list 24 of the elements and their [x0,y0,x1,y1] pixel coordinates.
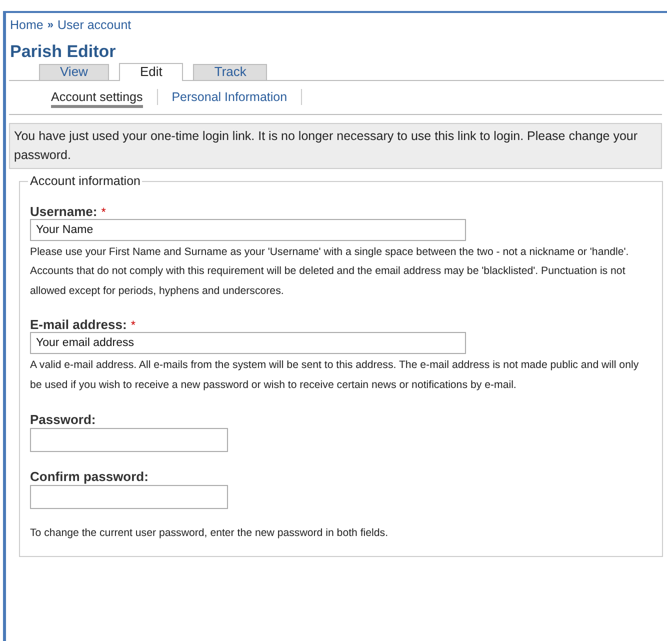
page-title: Parish Editor [9,40,117,63]
subtab[interactable]: Account settings [51,86,143,108]
breadcrumb-separator: » [47,18,54,34]
password-field[interactable] [30,485,228,509]
fieldset-legend: Account information [28,172,142,190]
field-label: Confirm password: [30,468,148,486]
tab[interactable]: Edit [118,62,184,81]
required-marker: * [101,204,106,220]
text-field[interactable]: Your Name [30,218,466,240]
text-field[interactable]: Your email address [30,332,466,354]
status-message: You have just used your one-time login link. It is no longer necessary to use this link to login. Please change your password. [9,122,662,169]
field-description: Please use your First Name and Surname as your 'Username' with a single space between the two - not a nickname or 'handle'. Accounts that do not comply with this requirement will be deleted and the email address may be 'blacklisted'. Punctuation is not allowed except for periods, hyphens and underscores. [30,244,630,298]
breadcrumb-link[interactable]: User account [57,16,132,35]
field-label: E-mail address: [30,316,127,334]
tab[interactable]: View [39,64,109,80]
subtab[interactable]: Personal Information [172,86,288,108]
breadcrumb-link[interactable]: Home [10,16,44,35]
field-description: A valid e-mail address. All e-mails from the system will be sent to this address. The e-mail address is not made public and will only be used if you wish to receive a new password or wish to receive certain news or notifications by e-mail. [30,358,640,392]
field-label: Password: [30,411,96,429]
required-marker: * [130,317,136,334]
password-field[interactable] [30,428,228,452]
field-label: Username: [30,202,98,220]
tab[interactable]: Track [193,64,268,80]
field-description: To change the current user password, enter the new password in both fields. [30,526,390,541]
